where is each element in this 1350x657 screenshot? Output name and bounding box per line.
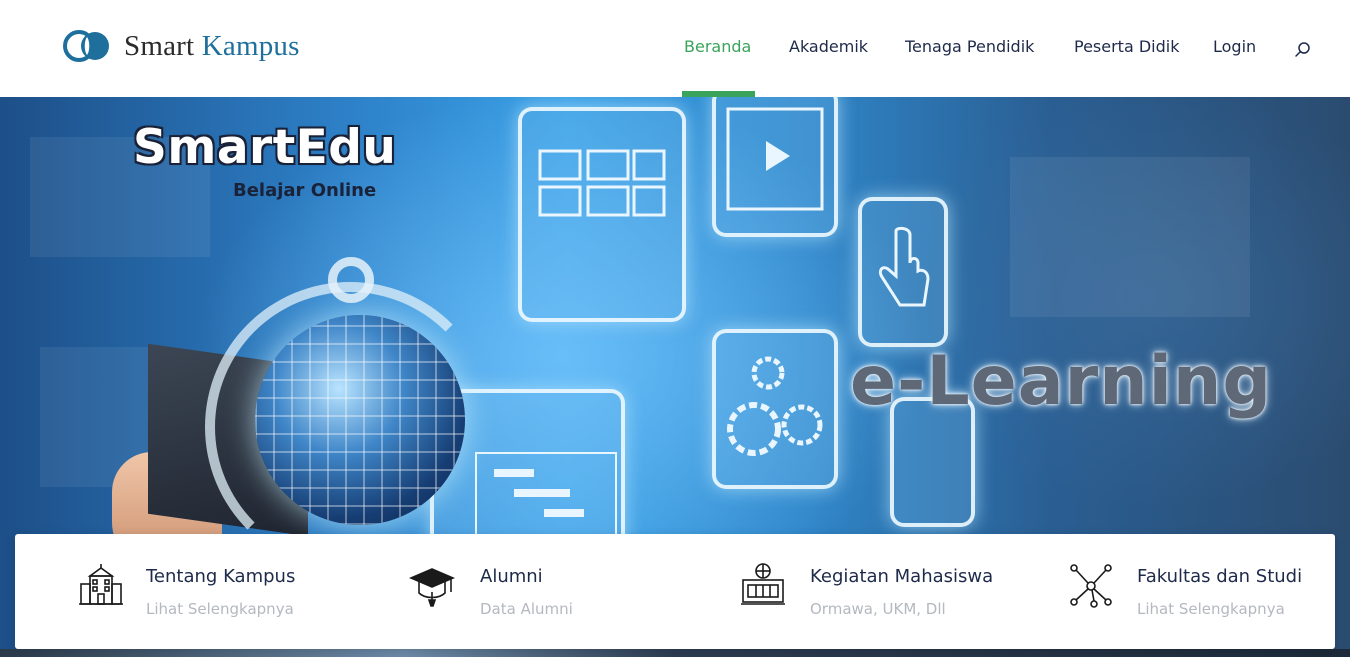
- hero-bottom-strip: [0, 649, 1350, 657]
- search-icon[interactable]: [1294, 41, 1312, 59]
- bg-block: [1010, 157, 1250, 317]
- hero-title: SmartEdu: [133, 120, 397, 175]
- nav-tenaga-pendidik[interactable]: Tenaga Pendidik: [905, 37, 1034, 56]
- ring-knob-shape: [328, 257, 374, 303]
- nav-peserta-didik[interactable]: Peserta Didik: [1074, 37, 1179, 56]
- nav-login[interactable]: Login: [1213, 37, 1256, 56]
- feature-alumni[interactable]: Alumni Data Alumni: [345, 534, 675, 649]
- feature-subtitle[interactable]: Lihat Selengkapnya: [146, 600, 294, 618]
- feature-kegiatan-mahasiswa[interactable]: Kegiatan Mahasiswa Ormawa, UKM, Dll: [675, 534, 1005, 649]
- feature-title[interactable]: Tentang Kampus: [146, 566, 295, 587]
- hero-subtitle: Belajar Online: [233, 180, 377, 201]
- ui-panel-touch: [858, 197, 948, 347]
- hero-overlay-text: e-Learning: [850, 342, 1273, 421]
- feature-subtitle[interactable]: Data Alumni: [480, 600, 573, 618]
- gym-activity-icon: [740, 562, 786, 608]
- network-nodes-icon: [1068, 562, 1114, 608]
- feature-title[interactable]: Fakultas dan Studi: [1137, 566, 1302, 587]
- ui-panel-video: [712, 97, 838, 237]
- ui-panel-settings: [712, 329, 838, 489]
- site-header: Smart Kampus Beranda Akademik Tenaga Pen…: [0, 0, 1350, 97]
- ui-panel-layout: [518, 107, 686, 322]
- globe-image: [255, 315, 465, 525]
- graduation-cap-icon: [408, 562, 456, 608]
- nav-akademik[interactable]: Akademik: [789, 37, 868, 56]
- feature-tentang-kampus[interactable]: Tentang Kampus Lihat Selengkapnya: [15, 534, 345, 649]
- feature-fakultas-dan-studi[interactable]: Fakultas dan Studi Lihat Selengkapnya: [1005, 534, 1335, 649]
- main-nav: Beranda Akademik Tenaga Pendidik Peserta…: [0, 0, 1350, 97]
- feature-title[interactable]: Alumni: [480, 566, 543, 587]
- feature-card: Tentang Kampus Lihat Selengkapnya Alumni…: [15, 534, 1335, 649]
- feature-subtitle[interactable]: Ormawa, UKM, Dll: [810, 600, 946, 618]
- nav-beranda[interactable]: Beranda: [684, 37, 751, 56]
- feature-subtitle[interactable]: Lihat Selengkapnya: [1137, 600, 1285, 618]
- school-building-icon: [78, 562, 124, 608]
- feature-title[interactable]: Kegiatan Mahasiswa: [810, 566, 993, 587]
